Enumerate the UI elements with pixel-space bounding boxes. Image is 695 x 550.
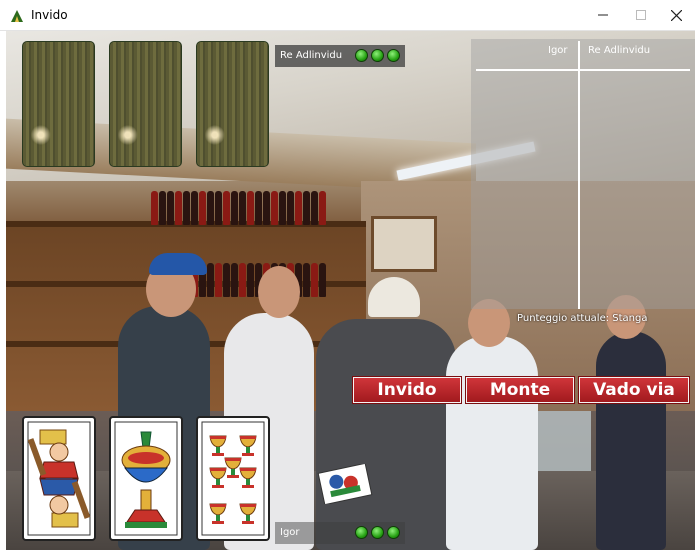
score-column-opponent: Re Adlinvidu <box>588 45 651 56</box>
background-person <box>446 336 538 550</box>
window-title: Invido <box>31 8 68 22</box>
background-bottle <box>247 263 254 297</box>
background-bottle <box>231 191 238 225</box>
opponent-name: Re Adlinvidu <box>280 50 343 61</box>
score-column-player: Igor <box>548 45 568 56</box>
score-divider-vertical <box>578 41 580 309</box>
background-bottle <box>319 263 326 297</box>
background-bottle <box>303 263 310 297</box>
hand-card-re-bastoni[interactable] <box>22 416 96 541</box>
point-dot-icon <box>371 526 384 539</box>
background-bottle <box>239 191 246 225</box>
player-info: Igor <box>275 522 405 544</box>
background-bottle <box>255 191 262 225</box>
background-person <box>316 319 456 550</box>
player-name: Igor <box>280 527 300 538</box>
background-bottle <box>311 191 318 225</box>
background-picture <box>371 216 437 272</box>
title-bar: Invido <box>0 0 695 31</box>
invido-button[interactable]: Invido <box>353 377 461 403</box>
played-card <box>317 464 373 504</box>
background-bottle <box>263 191 270 225</box>
background-bottle <box>295 191 302 225</box>
point-dot-icon <box>387 526 400 539</box>
background-bottle <box>231 263 238 297</box>
point-dot-icon <box>355 526 368 539</box>
app-icon <box>11 10 23 22</box>
background-bottle <box>151 191 158 225</box>
current-score-status: Punteggio attuale: Stanga <box>517 313 648 324</box>
opponent-points-indicator <box>355 49 400 62</box>
background-bottle <box>303 191 310 225</box>
background-bottle <box>215 263 222 297</box>
background-bottle <box>207 191 214 225</box>
hand-card-sette-coppe[interactable] <box>196 416 270 541</box>
close-icon[interactable] <box>658 0 695 30</box>
background-cap <box>149 253 207 275</box>
monte-button[interactable]: Monte <box>466 377 574 403</box>
opponent-card-back <box>22 41 95 167</box>
background-bottle <box>167 191 174 225</box>
game-table: Re Adlinvidu Igor Re Adlinvidu Punteggio… <box>6 31 695 550</box>
opponent-info: Re Adlinvidu <box>275 45 405 67</box>
background-bottle <box>271 191 278 225</box>
background-bottle <box>159 191 166 225</box>
point-dot-icon <box>371 49 384 62</box>
background-bottle <box>183 191 190 225</box>
background-bottle <box>175 191 182 225</box>
background-bottle <box>319 191 326 225</box>
background-bottle <box>191 191 198 225</box>
background-bottle <box>199 191 206 225</box>
background-bottle <box>311 263 318 297</box>
background-bottle <box>223 263 230 297</box>
background-person <box>596 331 666 550</box>
player-points-indicator <box>355 526 400 539</box>
background-bottle <box>207 263 214 297</box>
background-bottle <box>215 191 222 225</box>
point-dot-icon <box>355 49 368 62</box>
vado-via-button[interactable]: Vado via <box>579 377 689 403</box>
opponent-card-back <box>109 41 182 167</box>
point-dot-icon <box>387 49 400 62</box>
score-divider-horizontal <box>476 69 690 71</box>
background-bottle <box>247 191 254 225</box>
background-bottle <box>223 191 230 225</box>
background-bottle <box>287 191 294 225</box>
score-panel: Igor Re Adlinvidu <box>471 39 695 309</box>
background-bottle <box>279 191 286 225</box>
hand-card-asso-coppe[interactable] <box>109 416 183 541</box>
opponent-card-back <box>196 41 269 167</box>
background-person-head <box>258 266 300 318</box>
background-bottle <box>239 263 246 297</box>
